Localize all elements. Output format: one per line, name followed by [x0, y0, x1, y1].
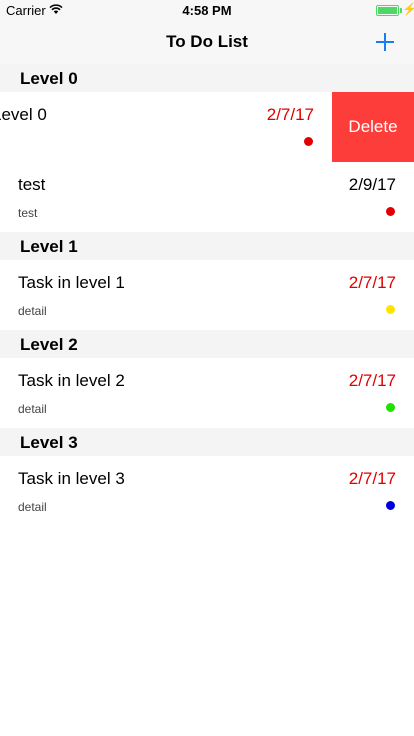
- section-header-level-3: Level 3: [0, 428, 414, 456]
- table-row-level-0[interactable]: Level 0 2/7/17 Delete: [0, 92, 414, 162]
- task-date: 2/7/17: [348, 273, 396, 292]
- task-detail: detail: [18, 500, 47, 514]
- delete-button[interactable]: Delete: [332, 92, 414, 162]
- table-row-level-1[interactable]: Task in level 1 detail 2/7/17: [0, 260, 414, 330]
- section-title: Level 1: [20, 237, 78, 256]
- priority-dot-icon: [386, 207, 395, 216]
- section-header-level-2: Level 2: [0, 330, 414, 358]
- task-date: 2/7/17: [266, 105, 314, 124]
- task-title: Task in level 2: [18, 371, 125, 390]
- battery-icon: [376, 5, 402, 16]
- task-title: Task in level 3: [18, 469, 125, 488]
- section-header-level-0: Level 0: [0, 64, 414, 92]
- task-date: 2/7/17: [348, 371, 396, 390]
- section-title: Level 2: [20, 335, 78, 354]
- priority-dot-icon: [386, 501, 395, 510]
- task-detail: detail: [18, 304, 47, 318]
- task-date: 2/7/17: [348, 469, 396, 488]
- priority-dot-icon: [304, 137, 313, 146]
- table-row-level-3[interactable]: Task in level 3 detail 2/7/17: [0, 456, 414, 526]
- task-date: 2/9/17: [348, 175, 396, 194]
- priority-dot-icon: [386, 403, 395, 412]
- section-header-level-1: Level 1: [0, 232, 414, 260]
- table-row-test[interactable]: test test 2/9/17: [0, 162, 414, 232]
- navigation-bar: To Do List: [0, 20, 414, 64]
- task-title: Task in level 1: [18, 273, 125, 292]
- priority-dot-icon: [386, 305, 395, 314]
- status-time: 4:58 PM: [182, 3, 232, 18]
- section-title: Level 3: [20, 433, 78, 452]
- task-title: Level 0: [0, 105, 47, 124]
- page-title: To Do List: [166, 32, 248, 51]
- task-detail: detail: [18, 402, 47, 416]
- status-bar: Carrier 4:58 PM ⚡: [0, 0, 414, 20]
- table-row-level-2[interactable]: Task in level 2 detail 2/7/17: [0, 358, 414, 428]
- task-detail: test: [18, 206, 38, 220]
- task-title: test: [18, 175, 46, 194]
- charging-bolt-icon: ⚡: [402, 2, 414, 16]
- add-task-button[interactable]: [370, 27, 400, 57]
- section-title: Level 0: [20, 69, 78, 88]
